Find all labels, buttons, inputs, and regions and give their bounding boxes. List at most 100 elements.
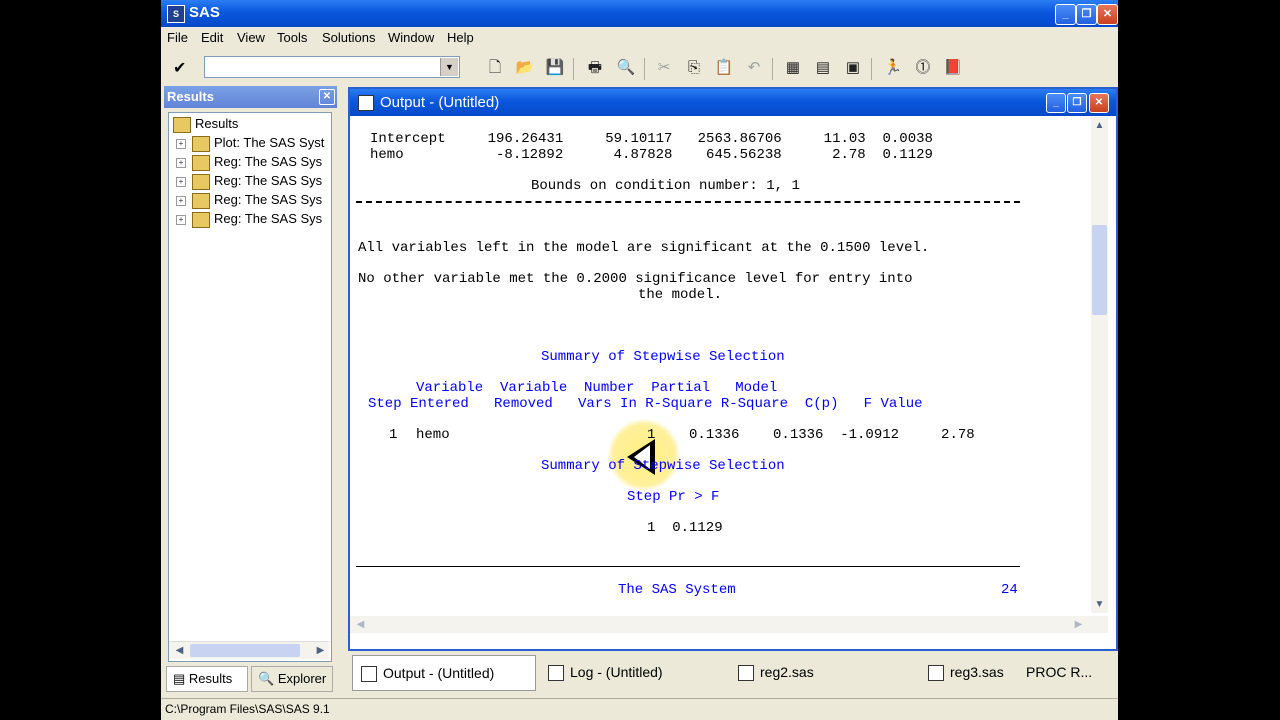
task-proc[interactable]: PROC R...	[1026, 655, 1116, 689]
hemo-row: hemo -8.12892 4.87828 645.56238 2.78 0.1…	[370, 147, 933, 163]
summary-header-2: Step Entered Removed Vars In R-Square R-…	[368, 396, 923, 412]
submit-check-icon[interactable]: ✔	[173, 58, 186, 78]
menu-help[interactable]: Help	[447, 30, 474, 45]
summary-row-step: 1	[389, 427, 398, 443]
maximize-button[interactable]: ❐	[1076, 4, 1097, 25]
output-minimize-button[interactable]: _	[1046, 93, 1066, 113]
tab-explorer-label: Explorer	[277, 671, 327, 686]
task-reg3[interactable]: reg3.sas	[920, 655, 1010, 689]
new-file-icon[interactable]: 🗋	[485, 58, 505, 78]
window-taskbar: Output - (Untitled) Log - (Untitled) reg…	[348, 655, 1118, 691]
tab-results[interactable]: ▤ Results	[166, 666, 248, 692]
results-panel: Results ✕ Results + Plot: The SAS Syst + R…	[164, 86, 337, 666]
task-reg2-label: reg2.sas	[760, 664, 814, 680]
tree-item-reg[interactable]: + Reg: The SAS Sys	[176, 173, 322, 190]
tree-item-plot[interactable]: + Plot: The SAS Syst	[176, 135, 324, 152]
results-panel-title: Results ✕	[164, 86, 337, 108]
toolbar-divider	[871, 58, 872, 80]
folder-icon	[192, 154, 210, 171]
menu-view[interactable]: View	[237, 30, 265, 45]
results-tree: Results + Plot: The SAS Syst + Reg: The SA…	[168, 112, 332, 662]
copy-icon[interactable]: ⎘	[684, 58, 704, 78]
scroll-up-icon[interactable]: ▲	[1091, 117, 1108, 134]
folder-icon	[192, 135, 210, 152]
entry-note-1: No other variable met the 0.2000 signifi…	[358, 271, 913, 287]
explorer-tab-icon: 🔍	[258, 671, 275, 686]
menu-file[interactable]: File	[167, 30, 188, 45]
task-log[interactable]: Log - (Untitled)	[540, 655, 722, 689]
print-icon[interactable]: 🖶	[585, 58, 605, 78]
task-output[interactable]: Output - (Untitled)	[352, 655, 536, 691]
expand-icon[interactable]: +	[176, 138, 186, 149]
tab-results-label: Results	[188, 671, 233, 686]
dashed-divider	[356, 201, 1020, 203]
task-log-label: Log - (Untitled)	[570, 664, 663, 680]
explorer-icon[interactable]: ▤	[813, 58, 833, 78]
menu-tools[interactable]: Tools	[277, 30, 307, 45]
minimize-button[interactable]: _	[1055, 4, 1076, 25]
chevron-down-icon[interactable]: ▼	[440, 58, 458, 76]
significance-note: All variables left in the model are sign…	[358, 240, 930, 256]
results-view-icon[interactable]: ▣	[843, 58, 863, 78]
tree-item-reg[interactable]: + Reg: The SAS Sys	[176, 211, 322, 228]
toolbar-divider	[644, 58, 645, 80]
summary-header-1: Variable Variable Number Partial Model	[416, 380, 778, 396]
run-submit-icon[interactable]: 🏃	[883, 58, 903, 78]
app-title: SAS	[189, 4, 220, 21]
close-button[interactable]: ✕	[1097, 4, 1118, 25]
scroll-right-icon[interactable]: ▶	[312, 642, 329, 659]
status-path: C:\Program Files\SAS\SAS 9.1	[165, 702, 330, 716]
expand-icon[interactable]: +	[176, 157, 186, 168]
scroll-right-icon[interactable]: ▶	[1070, 616, 1087, 633]
scroll-down-icon[interactable]: ▼	[1091, 596, 1108, 613]
save-icon[interactable]: 💾	[545, 58, 565, 78]
close-icon[interactable]: ✕	[319, 89, 335, 105]
print-preview-icon[interactable]: 🔍	[616, 58, 636, 78]
scroll-left-icon[interactable]: ◀	[352, 616, 369, 633]
tree-item-reg[interactable]: + Reg: The SAS Sys	[176, 154, 322, 171]
menu-edit[interactable]: Edit	[201, 30, 223, 45]
entry-note-2: the model.	[638, 287, 723, 303]
paste-icon[interactable]: 📋	[714, 58, 734, 78]
expand-icon[interactable]: +	[176, 195, 186, 206]
results-explorer-tabs: ▤ Results 🔍 Explorer	[164, 666, 337, 692]
output-window: Output - (Untitled) _ ❐ ✕ Intercept 196.…	[348, 87, 1118, 651]
output-close-button[interactable]: ✕	[1089, 93, 1109, 113]
app-titlebar: S SAS _ ❐ ✕	[161, 0, 1118, 27]
summary-row-values: 1 0.1336 0.1336 -1.0912 2.78	[647, 427, 975, 443]
task-proc-label: PROC R...	[1026, 664, 1093, 680]
new-library-icon[interactable]: ▦	[783, 58, 803, 78]
undo-icon[interactable]: ↶	[744, 58, 764, 78]
sas-logo-icon: S	[167, 5, 185, 23]
output-vertical-scrollbar[interactable]: ▲ ▼	[1091, 117, 1108, 613]
sas-app-window: S SAS _ ❐ ✕ File Edit View Tools Solutio…	[161, 0, 1118, 720]
break-icon[interactable]: ⓵	[913, 58, 933, 78]
tab-explorer[interactable]: 🔍 Explorer	[251, 666, 333, 692]
summary-title-2: Summary of Stepwise Selection	[541, 458, 785, 474]
menu-window[interactable]: Window	[388, 30, 434, 45]
expand-icon[interactable]: +	[176, 214, 186, 225]
scroll-thumb[interactable]	[1092, 225, 1107, 315]
tree-root[interactable]: Results	[173, 116, 238, 133]
open-folder-icon[interactable]: 📂	[515, 58, 535, 78]
output-horizontal-scrollbar[interactable]: ◀ ▶	[350, 616, 1108, 633]
cut-icon[interactable]: ✂	[654, 58, 674, 78]
output-doc-icon	[361, 666, 377, 683]
task-reg2[interactable]: reg2.sas	[730, 655, 912, 689]
scroll-left-icon[interactable]: ◀	[171, 642, 188, 659]
scroll-thumb[interactable]	[190, 644, 300, 657]
expand-icon[interactable]: +	[176, 176, 186, 187]
folder-icon	[192, 173, 210, 190]
menu-solutions[interactable]: Solutions	[322, 30, 375, 45]
summary-row-2: 1 0.1129	[647, 520, 723, 536]
results-folder-icon	[173, 116, 191, 133]
output-maximize-button[interactable]: ❐	[1067, 93, 1087, 113]
command-box[interactable]: ▼	[204, 56, 460, 78]
help-book-icon[interactable]: 📕	[943, 58, 963, 78]
intercept-row: Intercept 196.26431 59.10117 2563.86706 …	[370, 131, 933, 147]
sas-program-icon	[738, 665, 754, 682]
toolbar-divider	[772, 58, 773, 80]
tree-horizontal-scrollbar[interactable]: ◀ ▶	[169, 641, 329, 659]
tree-item-reg[interactable]: + Reg: The SAS Sys	[176, 192, 322, 209]
tree-item-label: Reg: The SAS Sys	[214, 211, 323, 226]
